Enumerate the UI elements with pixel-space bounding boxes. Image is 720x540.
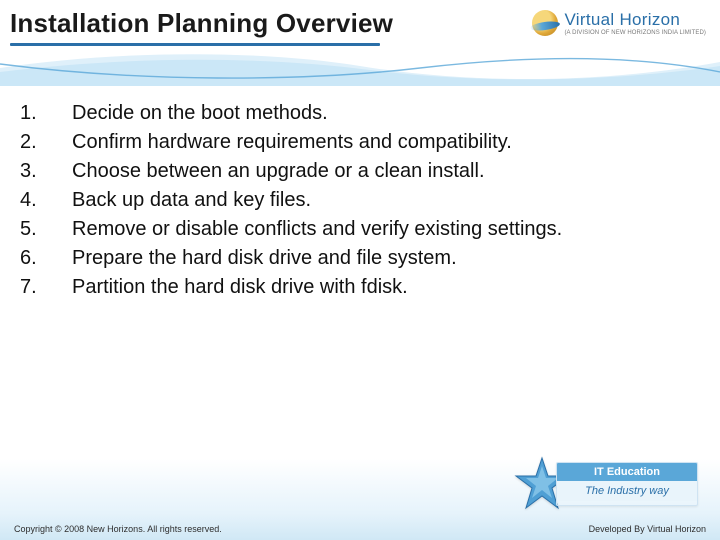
list-item-text: Prepare the hard disk drive and file sys… bbox=[72, 247, 562, 270]
list-item-text: Confirm hardware requirements and compat… bbox=[72, 131, 562, 154]
footer-credit: Developed By Virtual Horizon bbox=[589, 524, 706, 534]
header: Installation Planning Overview Virtual H… bbox=[0, 0, 720, 46]
list-item-number: 6. bbox=[20, 247, 72, 270]
page-title: Installation Planning Overview bbox=[10, 8, 393, 39]
brand-name: Virtual Horizon bbox=[564, 11, 706, 28]
footer: Copyright © 2008 New Horizons. All right… bbox=[0, 500, 720, 540]
list-item: 4. Back up data and key files. bbox=[20, 189, 562, 212]
list-item-text: Partition the hard disk drive with fdisk… bbox=[72, 276, 562, 299]
list-item-number: 4. bbox=[20, 189, 72, 212]
list-item-text: Remove or disable conflicts and verify e… bbox=[72, 218, 562, 241]
content: 1. Decide on the boot methods. 2. Confir… bbox=[20, 96, 700, 305]
list-item-text: Choose between an upgrade or a clean ins… bbox=[72, 160, 562, 183]
ordered-list: 1. Decide on the boot methods. 2. Confir… bbox=[20, 96, 562, 305]
brand-subtext: (A DIVISION OF NEW HORIZONS INDIA LIMITE… bbox=[564, 30, 706, 36]
list-item: 3. Choose between an upgrade or a clean … bbox=[20, 160, 562, 183]
list-item: 2. Confirm hardware requirements and com… bbox=[20, 131, 562, 154]
brand-text: Virtual Horizon (A DIVISION OF NEW HORIZ… bbox=[564, 11, 706, 36]
list-item: 1. Decide on the boot methods. bbox=[20, 102, 562, 125]
list-item: 7. Partition the hard disk drive with fd… bbox=[20, 276, 562, 299]
list-item-number: 7. bbox=[20, 276, 72, 299]
list-item-number: 1. bbox=[20, 102, 72, 125]
list-item-number: 3. bbox=[20, 160, 72, 183]
header-wave-icon bbox=[0, 48, 720, 86]
list-item-text: Decide on the boot methods. bbox=[72, 102, 562, 125]
title-underline bbox=[10, 43, 380, 46]
badge-title: IT Education bbox=[557, 463, 697, 481]
list-item: 6. Prepare the hard disk drive and file … bbox=[20, 247, 562, 270]
slide: Installation Planning Overview Virtual H… bbox=[0, 0, 720, 540]
list-item-number: 5. bbox=[20, 218, 72, 241]
list-item: 5. Remove or disable conflicts and verif… bbox=[20, 218, 562, 241]
brand: Virtual Horizon (A DIVISION OF NEW HORIZ… bbox=[532, 10, 706, 36]
list-item-number: 2. bbox=[20, 131, 72, 154]
brand-logo-icon bbox=[532, 10, 558, 36]
footer-copyright: Copyright © 2008 New Horizons. All right… bbox=[14, 524, 222, 534]
badge-subtitle: The Industry way bbox=[557, 481, 697, 501]
list-item-text: Back up data and key files. bbox=[72, 189, 562, 212]
title-block: Installation Planning Overview bbox=[10, 8, 393, 46]
